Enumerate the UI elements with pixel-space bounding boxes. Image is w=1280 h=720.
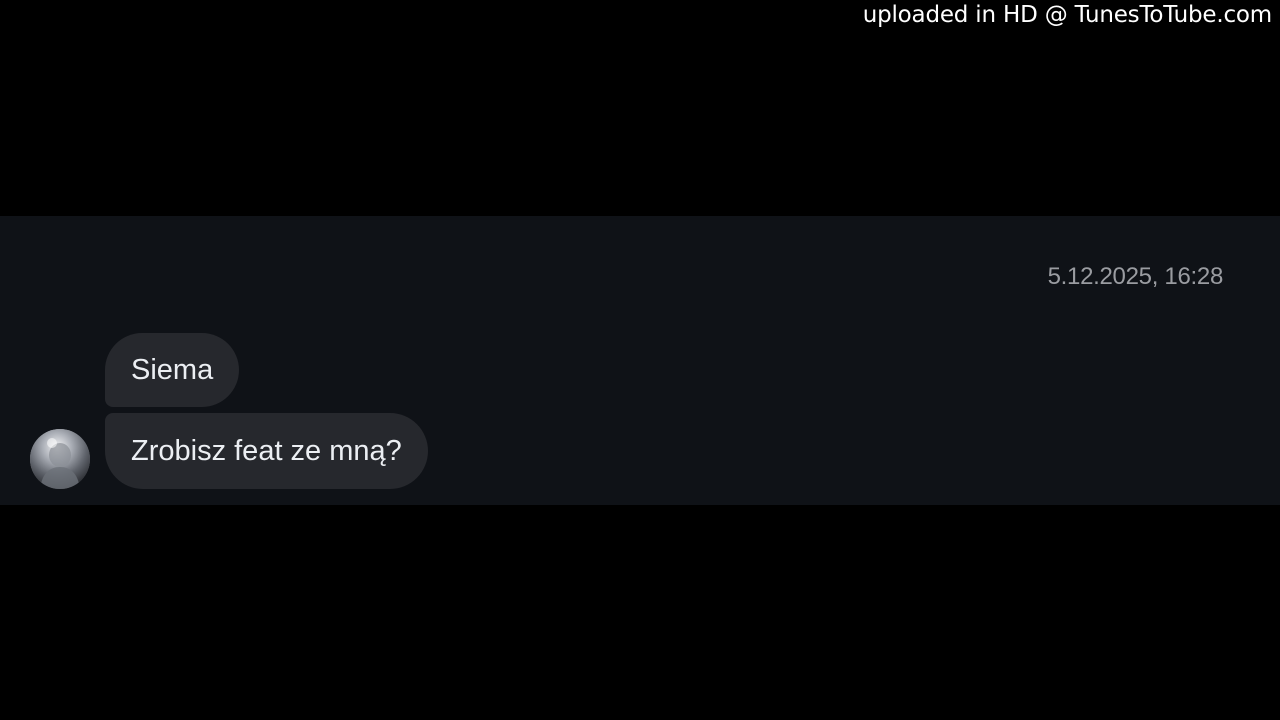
watermark-text: uploaded in HD @ TunesToTube.com bbox=[862, 2, 1272, 28]
message-timestamp: 5.12.2025, 16:28 bbox=[1047, 263, 1224, 290]
message-bubble[interactable]: Siema bbox=[105, 333, 240, 407]
video-frame: uploaded in HD @ TunesToTube.com 5.12.20… bbox=[0, 0, 1280, 720]
message-bubble[interactable]: Zrobisz feat ze mną? bbox=[105, 413, 428, 489]
user-avatar-photo-icon bbox=[30, 429, 90, 489]
chat-panel: 5.12.2025, 16:28 Siema Zrobisz feat ze m… bbox=[0, 216, 1280, 505]
avatar[interactable] bbox=[30, 429, 90, 489]
